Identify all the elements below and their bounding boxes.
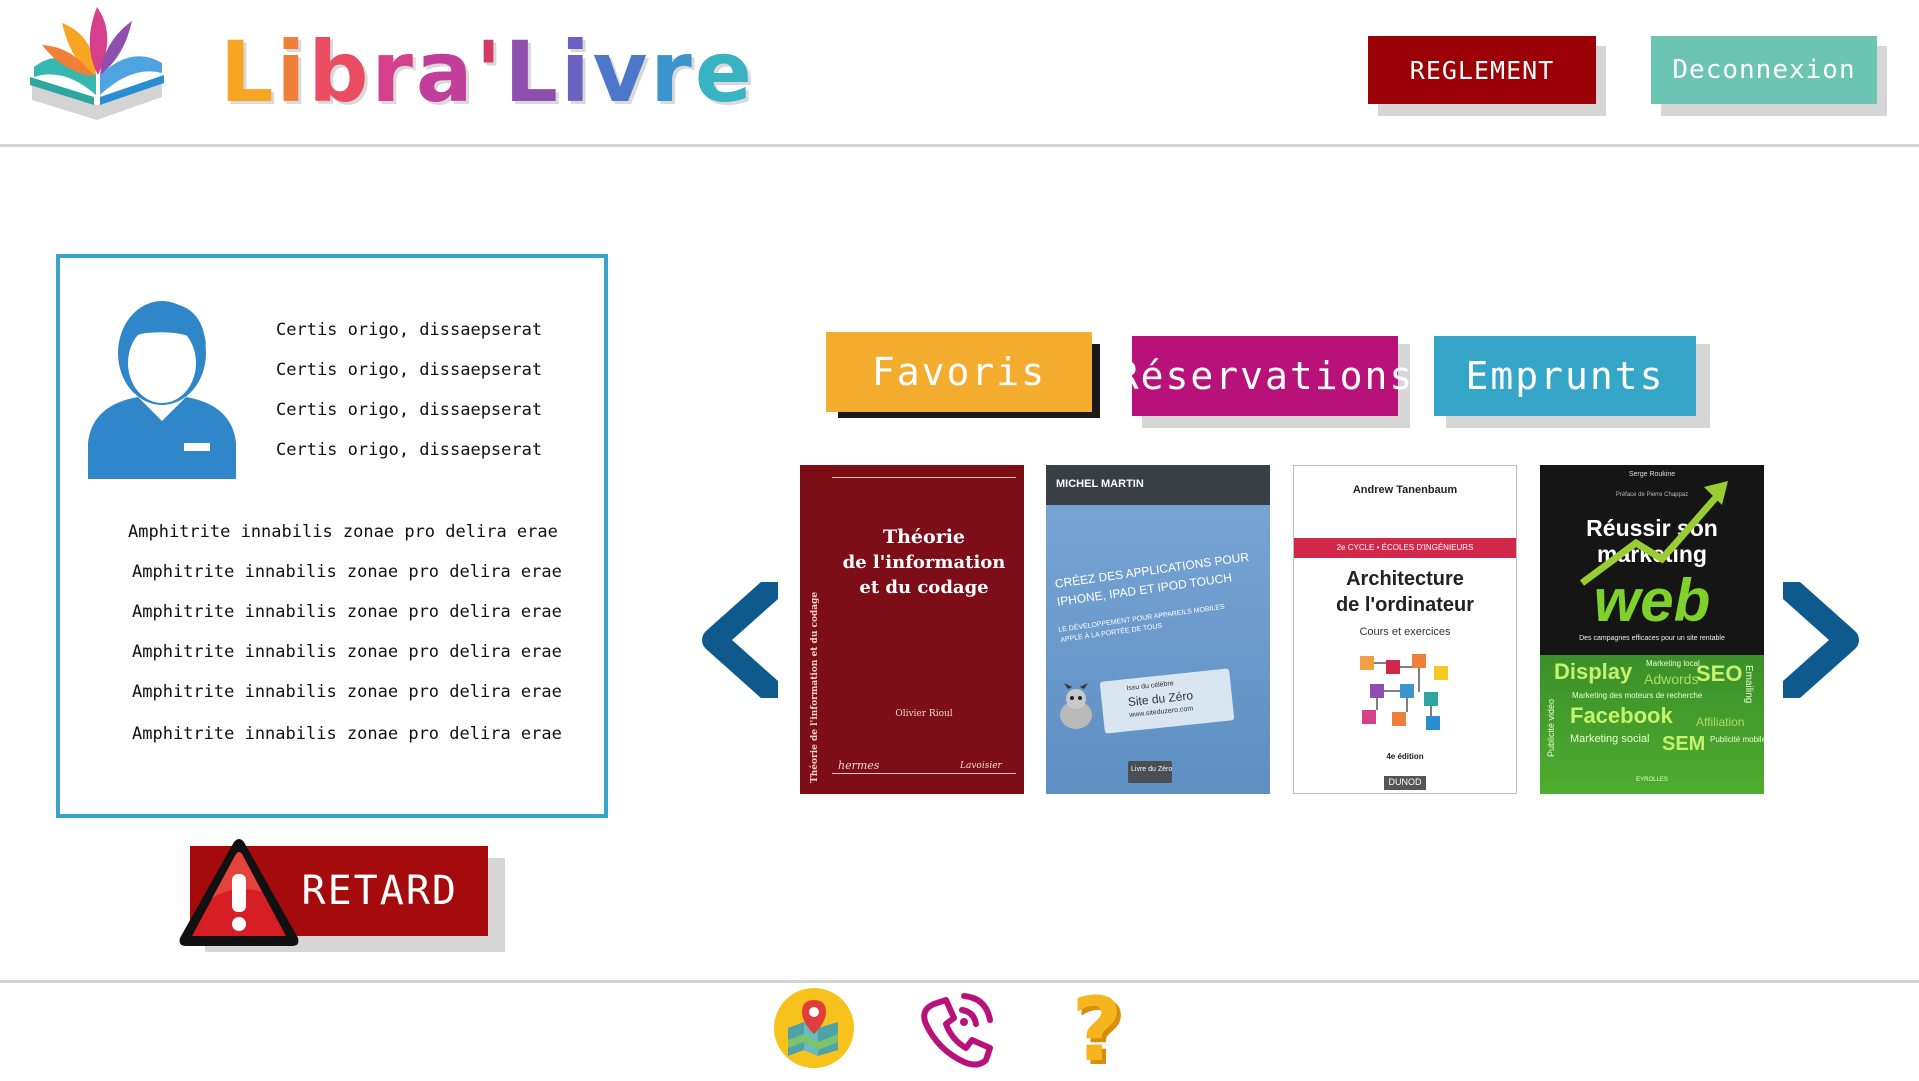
- brand-letter: r: [650, 23, 695, 121]
- brand-letter: L: [504, 23, 561, 121]
- book-title-line: et du codage: [859, 577, 989, 598]
- brand-letter: i: [276, 23, 309, 121]
- profile-detail-line: Amphitrite innabilis zonae pro delira er…: [132, 562, 562, 582]
- book-publisher: EYROLLES: [1636, 777, 1668, 783]
- map-icon[interactable]: [774, 988, 854, 1068]
- zozor-mascot-icon: [1060, 683, 1092, 729]
- book-publisher-logo: DUNOD: [1384, 776, 1426, 790]
- brand-letter: v: [592, 23, 651, 121]
- deconnexion-button[interactable]: Deconnexion: [1651, 36, 1877, 104]
- profile-detail-line: Amphitrite innabilis zonae pro delira er…: [132, 724, 562, 744]
- brand-letter: r: [371, 23, 416, 121]
- carousel-prev-arrow-icon[interactable]: [696, 582, 778, 698]
- book-author: Andrew Tanenbaum: [1352, 484, 1458, 496]
- brand-letter: b: [308, 23, 372, 121]
- book-keyword: Marketing social: [1570, 733, 1650, 745]
- book-title-line: de l'ordinateur: [1335, 594, 1475, 616]
- book-keyword: Emailing: [1743, 665, 1754, 704]
- profile-info-line: Certis origo, dissaepserat: [276, 440, 543, 460]
- book-publisher: Lavoisier: [960, 761, 1002, 771]
- book-keyword: Affiliation: [1696, 715, 1745, 729]
- book-cover-applications-iphone[interactable]: MICHEL MARTIN CRÉEZ DES APPLICATIONS POU…: [1046, 465, 1270, 794]
- book-band: 2e CYCLE • ÉCOLES D'INGÉNIEURS: [1294, 538, 1516, 558]
- book-publisher: DUNOD: [1388, 777, 1422, 787]
- book-divider: [832, 477, 1016, 478]
- warning-icon: [179, 839, 299, 946]
- book-publisher: hermes: [838, 759, 880, 772]
- help-question-mark: ?: [1071, 978, 1123, 1081]
- book-subtitle: Cours et exercices: [1359, 626, 1451, 638]
- book-cover-reussir-marketing-web[interactable]: Serge Roukine Réussir son marketing web …: [1540, 465, 1764, 794]
- book-cover-theorie-information[interactable]: Théorie de l'information et du codage Th…: [800, 465, 1024, 794]
- circuit-illustration-icon: [1360, 654, 1448, 730]
- header-divider: [0, 144, 1919, 147]
- book-keyword: SEM: [1662, 733, 1706, 755]
- carousel-next-arrow-icon[interactable]: [1783, 582, 1865, 698]
- book-spine-title: Théorie de l'information et du codage: [810, 591, 820, 783]
- book-keyword: SEO: [1696, 661, 1743, 686]
- profile-detail-line: Amphitrite innabilis zonae pro delira er…: [132, 642, 562, 662]
- profile-detail-line: Amphitrite innabilis zonae pro delira er…: [132, 682, 562, 702]
- brand-letter: e: [694, 23, 755, 121]
- tab-reservations[interactable]: Réservations: [1116, 336, 1412, 416]
- book-keyword: Facebook: [1570, 703, 1673, 728]
- book-keyword: Publicité vidéo: [1546, 698, 1556, 757]
- footer-divider: [0, 980, 1919, 983]
- book-author: Olivier Rioul: [895, 709, 953, 719]
- brand-title: Libra'Livre: [220, 22, 755, 122]
- profile-info-line: Certis origo, dissaepserat: [276, 400, 543, 420]
- help-icon[interactable]: ?: [1062, 978, 1132, 1081]
- profile-info-line: Certis origo, dissaepserat: [276, 320, 543, 340]
- book-title-line: de l'information: [842, 552, 1006, 573]
- book-keyword: Display: [1554, 659, 1633, 684]
- book-keyword: Adwords: [1644, 671, 1699, 687]
- tab-favoris[interactable]: Favoris: [826, 332, 1092, 412]
- profile-detail-line: Amphitrite innabilis zonae pro delira er…: [128, 522, 558, 542]
- book-badge: Issu du célèbre Site du Zéro www.siteduz…: [1099, 668, 1235, 734]
- brand-letter: i: [560, 23, 593, 121]
- user-avatar-icon: [88, 301, 236, 479]
- book-author: MICHEL MARTIN: [1056, 478, 1144, 490]
- book-keyword: Marketing des moteurs de recherche: [1572, 691, 1703, 700]
- book-preface: Préface de Pierre Chappaz: [1615, 492, 1689, 498]
- book-title-line: Théorie: [882, 526, 966, 548]
- book-divider: [832, 773, 1016, 774]
- profile-detail-line: Amphitrite innabilis zonae pro delira er…: [132, 602, 562, 622]
- book-tagline: Des campagnes efficaces pour un site ren…: [1579, 635, 1725, 642]
- book-logo-text: Livre du Zéro: [1131, 766, 1173, 773]
- book-title-line: Architecture: [1346, 568, 1464, 590]
- book-keyword: Marketing local: [1646, 659, 1700, 668]
- book-edition: 4e édition: [1386, 752, 1424, 761]
- brand-letter: L: [220, 23, 277, 121]
- logo-book-icon: [30, 7, 164, 120]
- book-cover-architecture-ordinateur[interactable]: Andrew Tanenbaum 2e CYCLE • ÉCOLES D'ING…: [1293, 465, 1517, 794]
- phone-icon[interactable]: [916, 988, 998, 1070]
- book-keyword: Publicité mobile: [1710, 735, 1764, 744]
- brand-letter: ': [475, 23, 505, 121]
- book-big-word: web: [1593, 567, 1711, 634]
- profile-info-line: Certis origo, dissaepserat: [276, 360, 543, 380]
- tab-emprunts[interactable]: Emprunts: [1434, 336, 1696, 416]
- reglement-button[interactable]: REGLEMENT: [1368, 36, 1596, 104]
- book-logo: Livre du Zéro: [1128, 761, 1172, 783]
- book-band-text: 2e CYCLE • ÉCOLES D'INGÉNIEURS: [1336, 543, 1474, 552]
- brand-letter: a: [415, 23, 476, 121]
